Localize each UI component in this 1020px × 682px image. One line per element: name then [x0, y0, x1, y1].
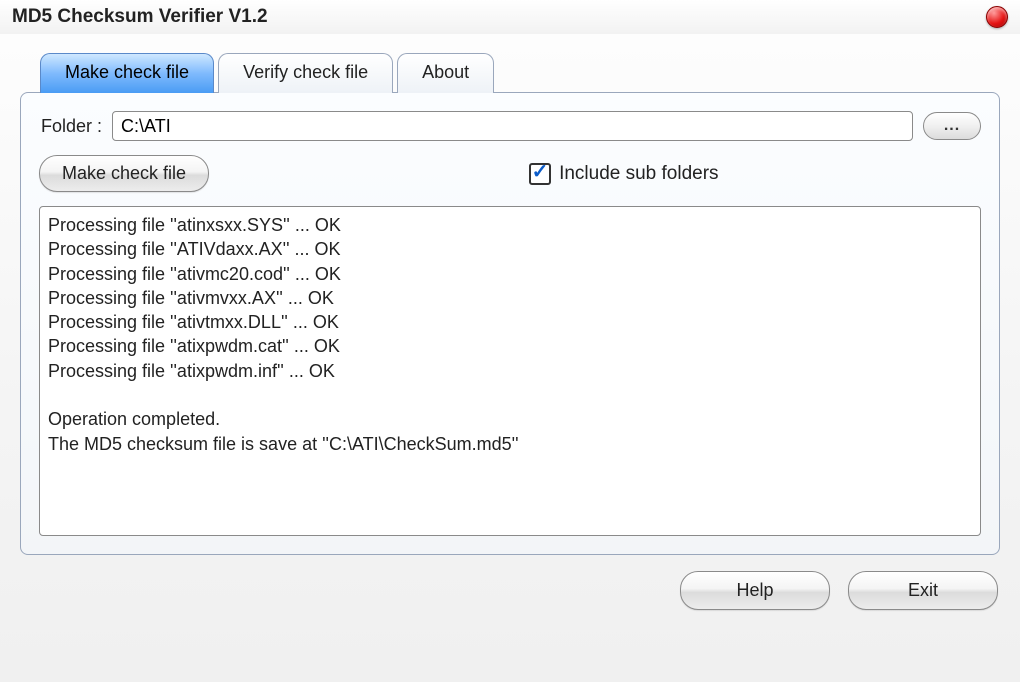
tab-verify-check-file[interactable]: Verify check file	[218, 53, 393, 93]
include-subfolders-checkbox[interactable]: ✓ Include sub folders	[529, 163, 719, 185]
tab-container: Make check file Verify check file About …	[20, 52, 1000, 555]
help-button-label: Help	[736, 580, 773, 600]
folder-label: Folder :	[39, 116, 102, 137]
exit-button[interactable]: Exit	[848, 571, 998, 610]
titlebar: MD5 Checksum Verifier V1.2	[0, 0, 1020, 34]
action-row: Make check file ✓ Include sub folders	[39, 155, 981, 192]
app-title: MD5 Checksum Verifier V1.2	[12, 6, 268, 28]
tab-label: Make check file	[65, 62, 189, 82]
tab-label: Verify check file	[243, 62, 368, 82]
browse-button[interactable]: ...	[923, 112, 981, 140]
browse-button-label: ...	[944, 117, 960, 134]
bottom-button-row: Help Exit	[0, 571, 998, 610]
tab-row: Make check file Verify check file About	[40, 52, 1000, 92]
exit-button-label: Exit	[908, 580, 938, 600]
checkmark-icon: ✓	[532, 162, 549, 182]
tab-label: About	[422, 62, 469, 82]
make-check-file-button[interactable]: Make check file	[39, 155, 209, 192]
help-button[interactable]: Help	[680, 571, 830, 610]
log-output[interactable]: Processing file ''atinxsxx.SYS'' ... OK …	[39, 206, 981, 536]
tab-about[interactable]: About	[397, 53, 494, 93]
checkbox-box-icon: ✓	[529, 163, 551, 185]
close-button[interactable]	[986, 6, 1008, 28]
folder-row: Folder : ...	[39, 111, 981, 141]
tab-panel-make-check-file: Folder : ... Make check file ✓ Include s…	[20, 92, 1000, 555]
folder-input[interactable]	[112, 111, 913, 141]
app-window: MD5 Checksum Verifier V1.2 Make check fi…	[0, 0, 1020, 682]
include-subfolders-label: Include sub folders	[559, 163, 719, 185]
make-check-file-label: Make check file	[62, 163, 186, 183]
tab-make-check-file[interactable]: Make check file	[40, 53, 214, 93]
